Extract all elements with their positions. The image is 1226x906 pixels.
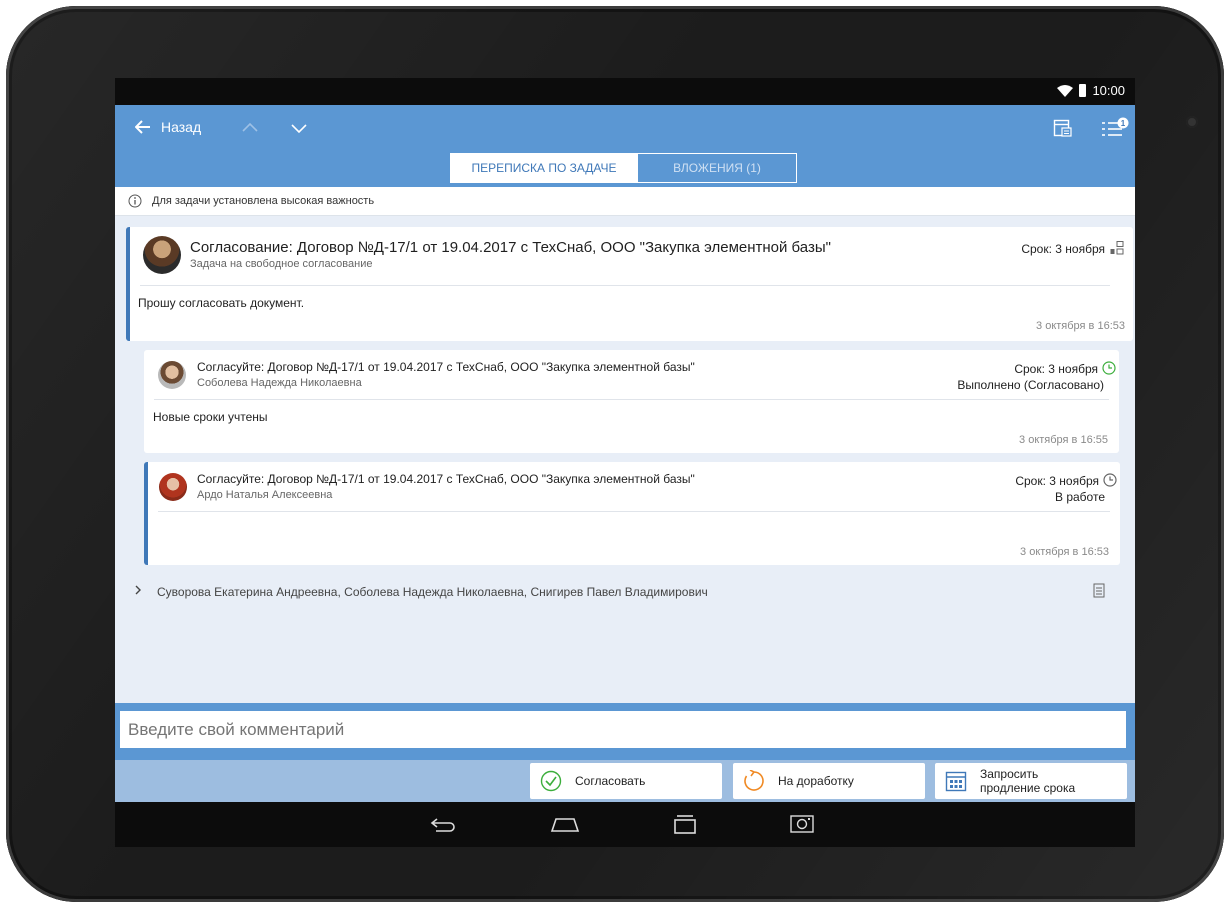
- tab-attachments[interactable]: ВЛОЖЕНИЯ (1): [638, 153, 797, 183]
- extend-label-line2: продление срока: [980, 781, 1076, 795]
- comment-input[interactable]: [120, 711, 1126, 748]
- screen: 10:00 Назад 1 ПЕРЕПИСКА ПО ЗАДАЧЕ ВЛОЖЕН…: [115, 78, 1135, 847]
- approve-label: Согласовать: [575, 774, 646, 788]
- compose-panel: Согласовать На доработку: [115, 703, 1135, 847]
- clock-icon: [1102, 361, 1116, 375]
- message-title: Согласуйте: Договор №Д-17/1 от 19.04.201…: [197, 360, 695, 374]
- back-label: Назад: [161, 119, 202, 135]
- tab-bar: ПЕРЕПИСКА ПО ЗАДАЧЕ ВЛОЖЕНИЯ (1): [450, 153, 797, 183]
- tab-correspondence[interactable]: ПЕРЕПИСКА ПО ЗАДАЧЕ: [450, 153, 638, 183]
- status-text: Выполнено (Согласовано): [957, 378, 1104, 392]
- screenshot-icon[interactable]: [787, 813, 817, 835]
- chevron-right-icon: [135, 585, 141, 595]
- chevron-down-icon[interactable]: [289, 119, 309, 137]
- message-card[interactable]: Согласование: Договор №Д-17/1 от 19.04.2…: [126, 227, 1133, 341]
- due-date: Срок: 3 ноября: [1014, 362, 1098, 376]
- action-bar: Согласовать На доработку Запросить продл…: [115, 760, 1135, 802]
- toolbar: Назад 1 ПЕРЕПИСКА ПО ЗАДАЧЕ ВЛОЖЕНИЯ (1): [115, 105, 1135, 187]
- check-circle-icon: [540, 770, 562, 792]
- avatar: [158, 361, 186, 389]
- separator: [140, 285, 1110, 286]
- extend-deadline-button[interactable]: Запросить продление срока: [935, 763, 1127, 799]
- document-icon[interactable]: [1093, 583, 1105, 598]
- status-text: В работе: [1054, 490, 1105, 504]
- notice-text: Для задачи установлена высокая важность: [152, 195, 375, 207]
- android-nav-bar: [115, 802, 1135, 847]
- info-icon: [128, 194, 142, 208]
- chevron-up-icon[interactable]: [240, 119, 260, 137]
- separator: [158, 511, 1110, 512]
- message-time: 3 октября в 16:53: [1020, 546, 1109, 558]
- extend-label-line1: Запросить: [980, 767, 1039, 781]
- approve-button[interactable]: Согласовать: [530, 763, 722, 799]
- wifi-icon: [1057, 84, 1074, 97]
- due-date: Срок: 3 ноября: [1021, 242, 1105, 256]
- separator: [154, 399, 1109, 400]
- avatar: [143, 236, 181, 274]
- message-title: Согласуйте: Договор №Д-17/1 от 19.04.201…: [197, 472, 695, 486]
- message-time: 3 октября в 16:53: [1036, 320, 1125, 332]
- nav-recents-icon[interactable]: [670, 813, 700, 835]
- approval-scheme-icon[interactable]: [1109, 240, 1125, 256]
- rework-label: На доработку: [778, 774, 854, 788]
- message-card[interactable]: Согласуйте: Договор №Д-17/1 от 19.04.201…: [144, 462, 1120, 565]
- importance-notice: Для задачи установлена высокая важность: [115, 187, 1135, 216]
- calendar-icon[interactable]: [1053, 118, 1073, 138]
- battery-icon: [1079, 84, 1087, 97]
- nav-back-icon[interactable]: [428, 813, 458, 835]
- message-subtitle: Ардо Наталья Алексеевна: [197, 489, 333, 501]
- nav-home-icon[interactable]: [550, 813, 580, 835]
- message-time: 3 октября в 16:55: [1019, 434, 1108, 446]
- message-card[interactable]: Согласуйте: Договор №Д-17/1 от 19.04.201…: [144, 350, 1119, 453]
- status-time: 10:00: [1092, 83, 1125, 98]
- message-subtitle: Задача на свободное согласование: [190, 258, 373, 270]
- front-camera: [1186, 116, 1198, 128]
- message-body: Новые сроки учтены: [153, 410, 268, 424]
- back-button[interactable]: Назад: [135, 119, 201, 135]
- calendar-grid-icon: [945, 771, 967, 792]
- participants-list: Суворова Екатерина Андреевна, Соболева Н…: [157, 585, 708, 599]
- participants-row[interactable]: Суворова Екатерина Андреевна, Соболева Н…: [115, 576, 1135, 606]
- task-badge: 1: [1121, 119, 1126, 128]
- back-arrow-icon: [135, 120, 150, 134]
- status-bar: 10:00: [115, 78, 1135, 105]
- avatar: [159, 473, 187, 501]
- rework-button[interactable]: На доработку: [733, 763, 925, 799]
- message-body: Прошу согласовать документ.: [138, 296, 305, 310]
- clock-icon: [1103, 473, 1117, 487]
- task-list-icon[interactable]: 1: [1100, 117, 1130, 139]
- message-title: Согласование: Договор №Д-17/1 от 19.04.2…: [190, 239, 831, 256]
- extend-deadline-label: Запросить продление срока: [980, 767, 1075, 795]
- message-subtitle: Соболева Надежда Николаевна: [197, 377, 362, 389]
- due-date: Срок: 3 ноября: [1015, 474, 1099, 488]
- undo-icon: [744, 770, 764, 791]
